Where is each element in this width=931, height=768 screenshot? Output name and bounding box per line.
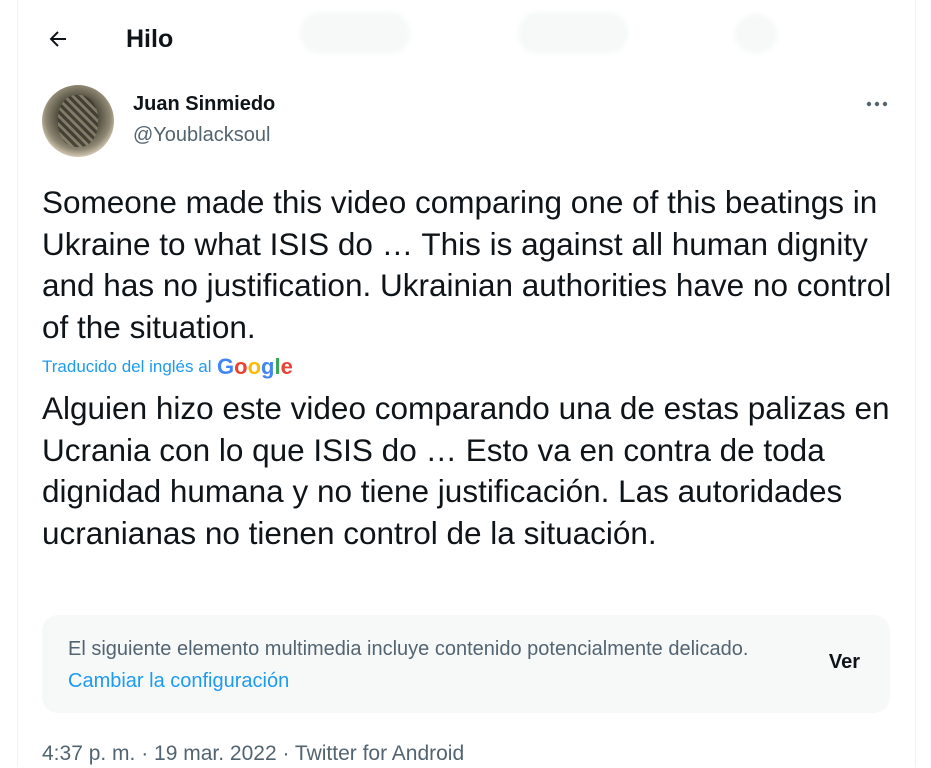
blurred-header-element [734,14,778,54]
sensitive-media-warning: El siguiente elemento multimedia incluye… [42,615,890,713]
translated-text: Alguien hizo este video comparando una d… [42,390,890,551]
avatar[interactable] [42,85,114,157]
arrow-left-icon [49,31,66,47]
more-horizontal-icon [866,101,888,107]
translation-attribution: Traducido del inglés al Google [42,352,293,382]
more-options-button[interactable] [860,90,894,118]
tweet-timestamp[interactable]: 4:37 p. m. · 19 mar. 2022 · Twitter for … [42,740,464,768]
change-settings-link[interactable]: Cambiar la configuración [68,670,289,692]
blurred-header-element [518,12,628,54]
page-title: Hilo [126,25,174,53]
svg-text:Google: Google [217,354,293,379]
warning-text: El siguiente elemento multimedia incluye… [68,633,768,697]
view-media-button[interactable]: Ver [829,651,860,674]
translated-label[interactable]: Traducido del inglés al [42,357,211,377]
warning-message: El siguiente elemento multimedia incluye… [68,638,749,660]
google-logo: Google [217,354,293,379]
author-name[interactable]: Juan Sinmiedo [133,92,275,116]
back-button[interactable] [41,22,75,56]
author-handle[interactable]: @Youblacksoul [133,123,270,147]
tweet-text: Someone made this video comparing one of… [42,184,892,345]
blurred-header-element [300,12,410,54]
